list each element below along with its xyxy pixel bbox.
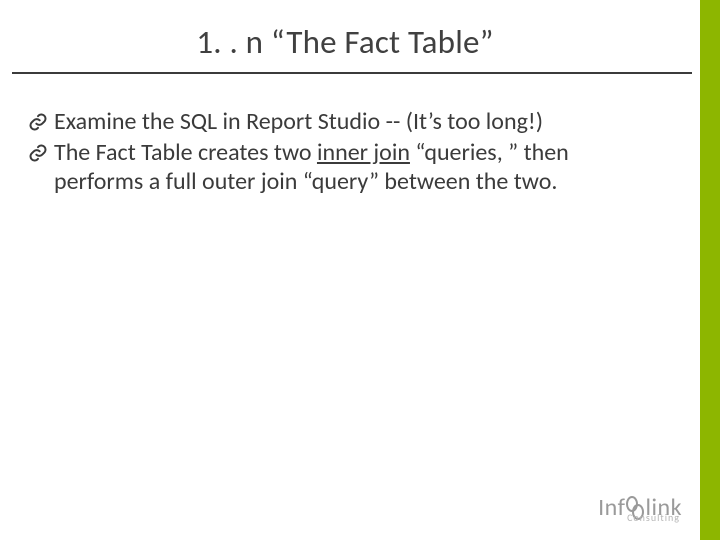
accent-sidebar — [700, 0, 720, 540]
footer-logo: Inf link Consulting — [598, 493, 682, 522]
bullet-item: Examine the SQL in Report Studio -- (It’… — [28, 108, 660, 137]
bullet-text: Examine the SQL in Report Studio -- (It’… — [54, 108, 660, 137]
logo-subtitle: Consulting — [627, 511, 680, 524]
slide: 1. . n “The Fact Table” Examine the SQL … — [0, 0, 720, 540]
link-icon — [28, 143, 54, 163]
bullet-underline: inner join — [317, 138, 410, 167]
bullet-item: The Fact Table creates two inner join “q… — [28, 139, 660, 197]
bullet-pre: The Fact Table creates two — [54, 138, 317, 167]
body-area: Examine the SQL in Report Studio -- (It’… — [28, 108, 660, 198]
title-underline — [12, 72, 692, 74]
slide-title: 1. . n “The Fact Table” — [0, 22, 690, 62]
logo-wrap: Inf link Consulting — [598, 493, 682, 522]
bullet-text: The Fact Table creates two inner join “q… — [54, 139, 660, 197]
title-area: 1. . n “The Fact Table” — [0, 22, 690, 68]
logo-part1: Inf — [598, 493, 625, 522]
link-icon — [28, 112, 54, 132]
